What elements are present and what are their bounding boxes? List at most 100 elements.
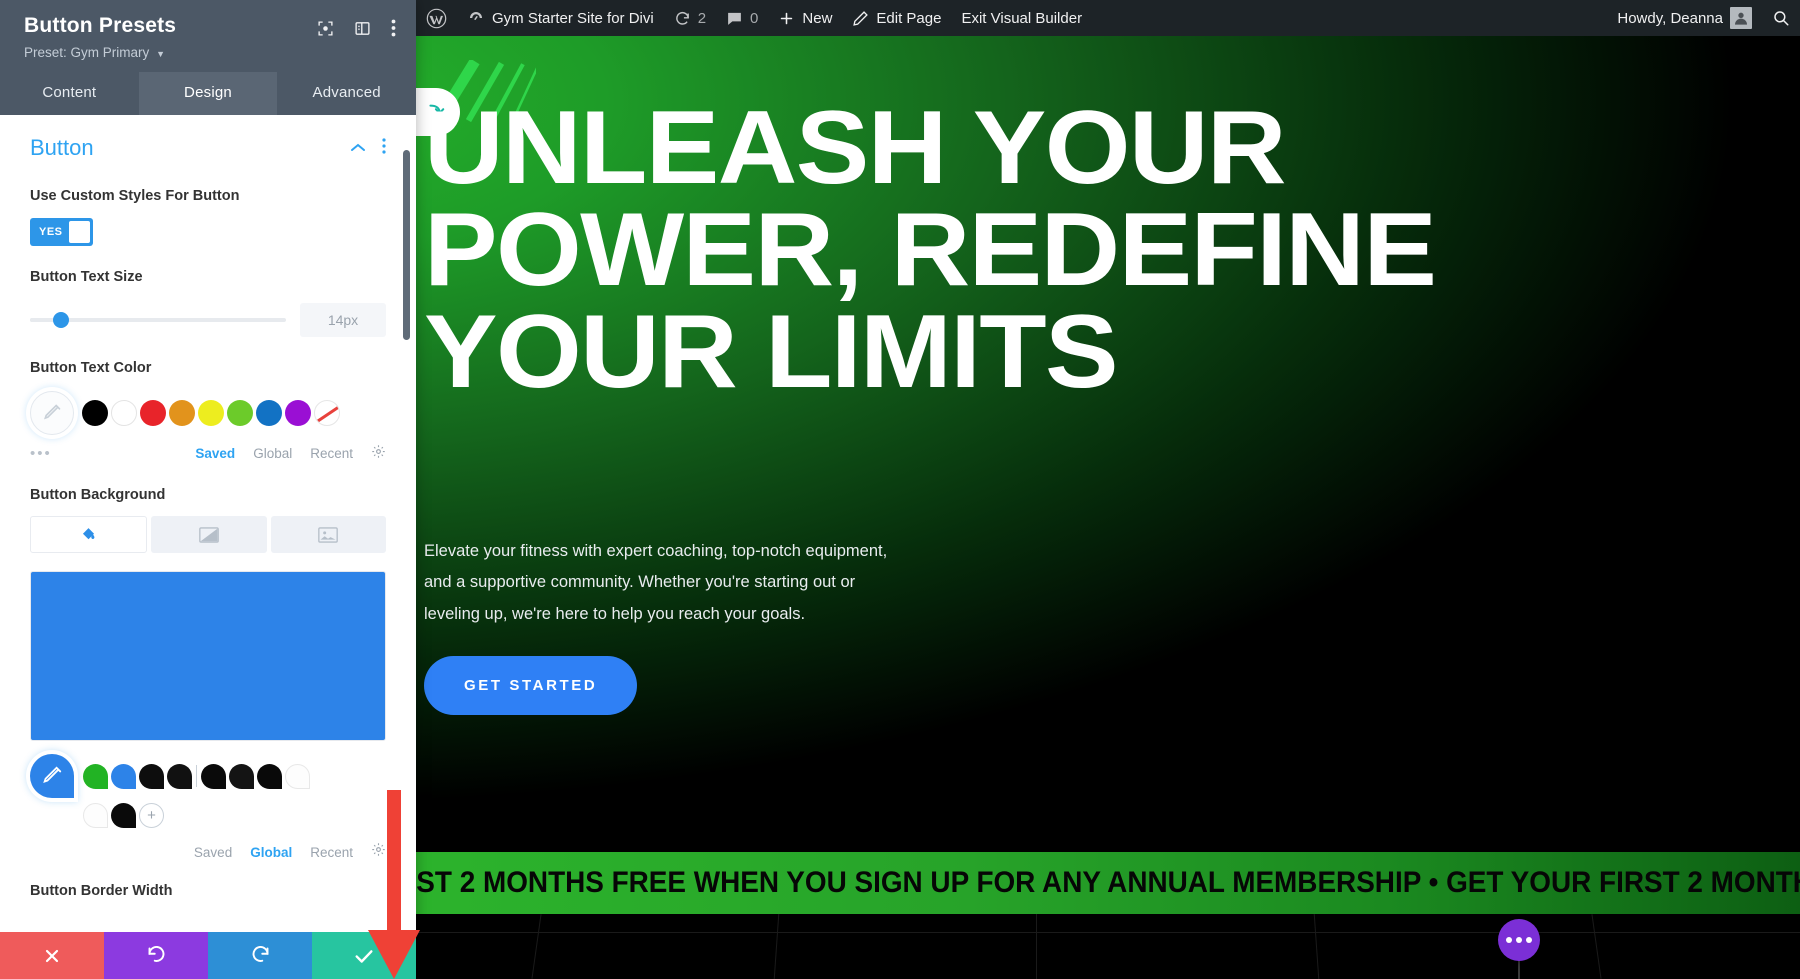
exit-visual-builder-label: Exit Visual Builder — [961, 9, 1083, 27]
bg-type-image[interactable] — [270, 516, 386, 554]
palette-tab-saved[interactable]: Saved — [195, 446, 235, 461]
button-text-size-control: 14px — [30, 302, 386, 337]
button-text-size-input[interactable]: 14px — [300, 302, 386, 337]
global-swatch-dark-1[interactable] — [139, 763, 164, 789]
floor-line — [416, 932, 1800, 933]
eyedropper-icon[interactable] — [30, 754, 74, 799]
floor-line — [773, 914, 780, 979]
kebab-menu-icon[interactable] — [382, 137, 386, 159]
panel-header: Button Presets Preset: Gym Primary ▼ — [0, 0, 416, 72]
panel-action-bar — [0, 932, 416, 979]
red-down-arrow-icon — [368, 790, 420, 979]
comments-menu[interactable]: 0 — [716, 0, 768, 36]
palette-tab-global[interactable]: Global — [253, 446, 292, 461]
background-color-preview[interactable] — [30, 571, 386, 742]
swatch-yellow[interactable] — [198, 399, 224, 426]
search-button[interactable] — [1762, 0, 1800, 36]
site-name-menu[interactable]: Gym Starter Site for Divi — [457, 0, 664, 36]
global-swatch-green[interactable] — [83, 763, 108, 789]
swatch-green[interactable] — [227, 399, 253, 426]
toggle-value-label: YES — [39, 225, 63, 238]
bg-type-gradient[interactable] — [151, 516, 267, 554]
account-menu[interactable]: Howdy, Deanna — [1607, 0, 1762, 36]
global-swatch-dark-5[interactable] — [257, 763, 282, 789]
global-swatch-dark-4[interactable] — [229, 763, 254, 789]
bg-type-color[interactable] — [30, 516, 148, 554]
marquee-text: FIRST 2 MONTHS FREE WHEN YOU SIGN UP FOR… — [416, 866, 1800, 899]
search-icon — [1772, 9, 1790, 27]
global-swatch-dark-3[interactable] — [201, 763, 226, 789]
panel-tabs: Content Design Advanced — [0, 72, 416, 115]
gear-icon[interactable] — [371, 444, 386, 464]
divi-settings-fab[interactable] — [1498, 919, 1540, 961]
layout-columns-icon[interactable] — [354, 20, 371, 37]
slider-knob[interactable] — [53, 311, 70, 328]
get-started-button[interactable]: GET STARTED — [424, 656, 638, 715]
bg-palette-tab-global[interactable]: Global — [250, 845, 292, 860]
kebab-menu-icon[interactable] — [391, 19, 396, 37]
redo-button[interactable] — [208, 932, 312, 979]
swatch-divider — [196, 765, 197, 788]
palette-tab-recent[interactable]: Recent — [310, 446, 353, 461]
hero-section: UNLEASH YOUR POWER, REDEFINE YOUR LIMITS… — [416, 36, 1800, 852]
ellipsis-icon-dot — [1526, 937, 1532, 943]
tab-design[interactable]: Design — [138, 72, 278, 115]
swatch-black[interactable] — [82, 399, 108, 426]
button-text-size-label: Button Text Size — [30, 268, 143, 285]
edit-page-menu[interactable]: Edit Page — [842, 0, 951, 36]
section-header-button[interactable]: Button — [30, 115, 386, 165]
global-swatch-light-2[interactable] — [83, 803, 108, 829]
background-meta-row: Saved Global Recent — [30, 842, 386, 862]
swatch-white[interactable] — [111, 399, 137, 426]
wp-logo-menu[interactable] — [416, 0, 457, 36]
panel-body: Button Use Custom Styles For Button YES … — [0, 115, 416, 979]
background-palette-tabs: Saved Global Recent — [194, 842, 386, 862]
preset-selector[interactable]: Preset: Gym Primary ▼ — [24, 45, 396, 60]
global-swatch-dark-6[interactable] — [111, 803, 136, 829]
toggle-knob — [68, 220, 90, 243]
background-global-swatches-row2: + — [30, 803, 386, 829]
floor-line — [1313, 914, 1320, 979]
global-swatch-light-1[interactable] — [285, 763, 310, 789]
bg-palette-tab-saved[interactable]: Saved — [194, 845, 232, 860]
button-text-color-label: Button Text Color — [30, 359, 152, 376]
hero-headline: UNLEASH YOUR POWER, REDEFINE YOUR LIMITS — [424, 96, 1643, 404]
slider-fill — [30, 317, 56, 322]
new-label: New — [802, 9, 833, 27]
tab-advanced[interactable]: Advanced — [277, 72, 416, 115]
background-type-selector — [30, 516, 386, 554]
eyedropper-icon[interactable] — [30, 390, 74, 435]
fab-stem — [1518, 958, 1520, 979]
updates-menu[interactable]: 2 — [664, 0, 716, 36]
swatch-purple[interactable] — [285, 399, 311, 426]
global-swatch-blue[interactable] — [111, 763, 136, 789]
hero-floor-area — [416, 914, 1800, 979]
panel-scrollbar[interactable] — [403, 150, 410, 340]
floor-line — [1591, 914, 1602, 979]
tab-content[interactable]: Content — [0, 72, 139, 115]
custom-styles-toggle[interactable]: YES — [30, 217, 93, 246]
new-content-menu[interactable]: New — [768, 0, 842, 36]
comment-bubble-icon — [726, 10, 743, 27]
more-dots-icon[interactable]: ••• — [30, 445, 52, 462]
preset-prefix: Preset: — [24, 45, 67, 60]
ellipsis-icon-dot — [1506, 937, 1512, 943]
wordpress-logo-icon — [426, 8, 447, 28]
cancel-button[interactable] — [0, 932, 104, 979]
promo-marquee-banner: FIRST 2 MONTHS FREE WHEN YOU SIGN UP FOR… — [416, 852, 1800, 914]
global-swatch-dark-2[interactable] — [167, 763, 192, 789]
swatch-transparent[interactable] — [314, 399, 340, 426]
visual-builder-preview: UNLEASH YOUR POWER, REDEFINE YOUR LIMITS… — [416, 0, 1800, 979]
button-text-size-slider[interactable] — [30, 311, 286, 328]
bg-palette-tab-recent[interactable]: Recent — [310, 845, 353, 860]
swatch-orange[interactable] — [169, 399, 195, 426]
undo-button[interactable] — [104, 932, 208, 979]
exit-visual-builder-menu[interactable]: Exit Visual Builder — [951, 0, 1092, 36]
ellipsis-icon-dot — [1516, 937, 1522, 943]
swatch-blue[interactable] — [256, 399, 282, 426]
add-global-color-button[interactable]: + — [139, 803, 164, 829]
chevron-up-icon[interactable] — [350, 139, 366, 157]
button-text-color-swatches — [30, 390, 386, 435]
swatch-red[interactable] — [140, 399, 166, 426]
focus-target-icon[interactable] — [317, 20, 334, 37]
